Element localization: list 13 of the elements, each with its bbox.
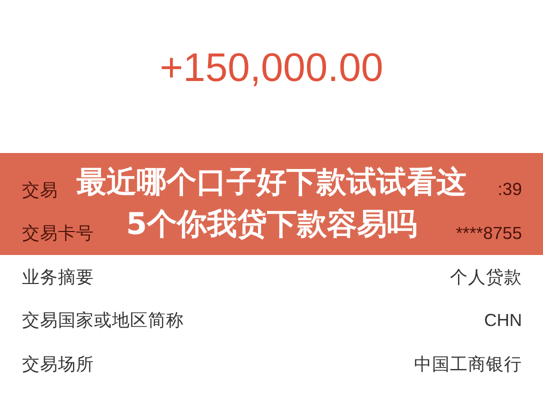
detail-label: 业务摘要 <box>22 266 94 289</box>
detail-value: ****8755 <box>456 222 522 244</box>
detail-value: 中国工商银行 <box>414 352 522 376</box>
detail-label: 交易场所 <box>22 354 94 376</box>
detail-value: 个人贷款 <box>450 266 522 289</box>
detail-value: :39 <box>498 179 522 200</box>
detail-label: 交易卡号 <box>22 223 94 246</box>
transaction-amount: +150,000.00 <box>160 46 384 90</box>
detail-label: 交易国家或地区简称 <box>22 310 184 332</box>
detail-label: 交易 <box>22 180 58 202</box>
banner-title: 最近哪个口子好下款试试看这 <box>76 164 466 202</box>
banner-title: 5个你我贷下款容易吗 <box>126 206 417 244</box>
detail-value: CHN <box>484 310 522 331</box>
